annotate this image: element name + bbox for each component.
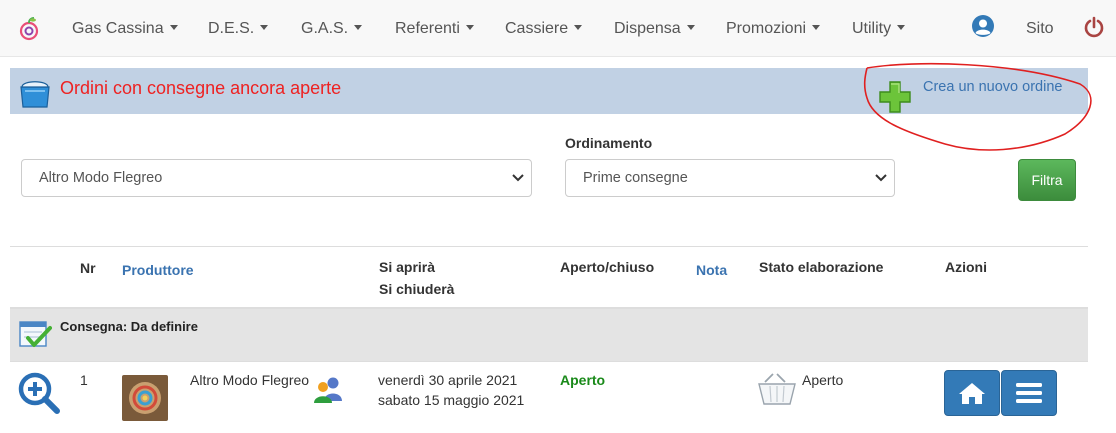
chevron-down-icon [354, 25, 363, 31]
chevron-down-icon [875, 174, 887, 182]
chevron-down-icon [260, 25, 269, 31]
header-open-closed: Aperto/chiuso [560, 259, 655, 275]
chevron-down-icon [465, 25, 474, 31]
shopping-basket-icon [758, 373, 796, 405]
header-note[interactable]: Nota [696, 259, 727, 281]
zoom-in-icon[interactable] [17, 371, 61, 415]
producer-select[interactable]: Altro Modo Flegreo [21, 159, 532, 197]
page-title: Ordini con consegne ancora aperte [60, 78, 342, 98]
home-icon [959, 383, 985, 404]
orders-table-header: Nr Produttore Si aprirà Si chiuderà Aper… [10, 246, 1088, 309]
header-actions: Azioni [945, 259, 987, 275]
row-status: Aperto [560, 372, 606, 388]
nav-utility[interactable]: Utility [852, 0, 906, 57]
header-closes: Si chiuderà [379, 281, 455, 297]
create-order-link[interactable]: Crea un nuovo ordine [923, 79, 1062, 95]
row-open-date: venerdì 30 aprile 2021 [378, 372, 518, 388]
nav-cassiere[interactable]: Cassiere [505, 0, 583, 57]
plus-icon[interactable] [878, 80, 912, 114]
filter-button[interactable]: Filtra [1018, 159, 1076, 201]
chevron-down-icon [812, 25, 821, 31]
top-navbar: Gas Cassina D.E.S. G.A.S. Referenti Cass… [0, 0, 1116, 57]
power-icon[interactable] [1084, 16, 1104, 38]
sort-select-value: Prime consegne [583, 170, 688, 186]
chevron-down-icon [169, 25, 178, 31]
group-label: Consegna: Da definire [60, 319, 198, 334]
nav-promozioni[interactable]: Promozioni [726, 0, 821, 57]
chevron-down-icon [686, 25, 695, 31]
row-processing-state: Aperto [802, 372, 844, 388]
header-producer[interactable]: Produttore [122, 259, 194, 281]
header-opens: Si aprirà [379, 259, 436, 275]
nav-dispensa[interactable]: Dispensa [614, 0, 695, 57]
chevron-down-icon [897, 25, 906, 31]
header-nr: Nr [80, 260, 96, 276]
menu-button[interactable] [1001, 370, 1057, 416]
nav-gas[interactable]: G.A.S. [301, 0, 363, 57]
app-logo-icon[interactable] [18, 16, 40, 42]
header-processing-state: Stato elaborazione [759, 259, 884, 275]
producer-select-value: Altro Modo Flegreo [39, 170, 163, 186]
nav-referenti[interactable]: Referenti [395, 0, 474, 57]
hamburger-menu-icon [1016, 383, 1042, 403]
row-nr: 1 [80, 372, 88, 388]
users-group-icon[interactable] [312, 375, 346, 405]
sort-label: Ordinamento [565, 135, 653, 151]
checklist-icon [19, 321, 52, 347]
delivery-group-row: Consegna: Da definire [10, 309, 1088, 362]
user-circle-icon[interactable] [971, 14, 995, 38]
page-title-bar: Ordini con consegne ancora aperte Crea u… [10, 68, 1088, 114]
nav-des[interactable]: D.E.S. [208, 0, 269, 57]
sort-select[interactable]: Prime consegne [565, 159, 895, 197]
orders-box-icon [20, 81, 50, 108]
chevron-down-icon [574, 25, 583, 31]
row-producer-name: Altro Modo Flegreo [190, 372, 310, 388]
nav-gas-cassina[interactable]: Gas Cassina [72, 0, 178, 57]
chevron-down-icon [512, 174, 524, 182]
nav-sito[interactable]: Sito [1026, 0, 1054, 57]
home-button[interactable] [944, 370, 1000, 416]
producer-logo-image [122, 375, 168, 421]
row-close-date: sabato 15 maggio 2021 [378, 392, 525, 408]
